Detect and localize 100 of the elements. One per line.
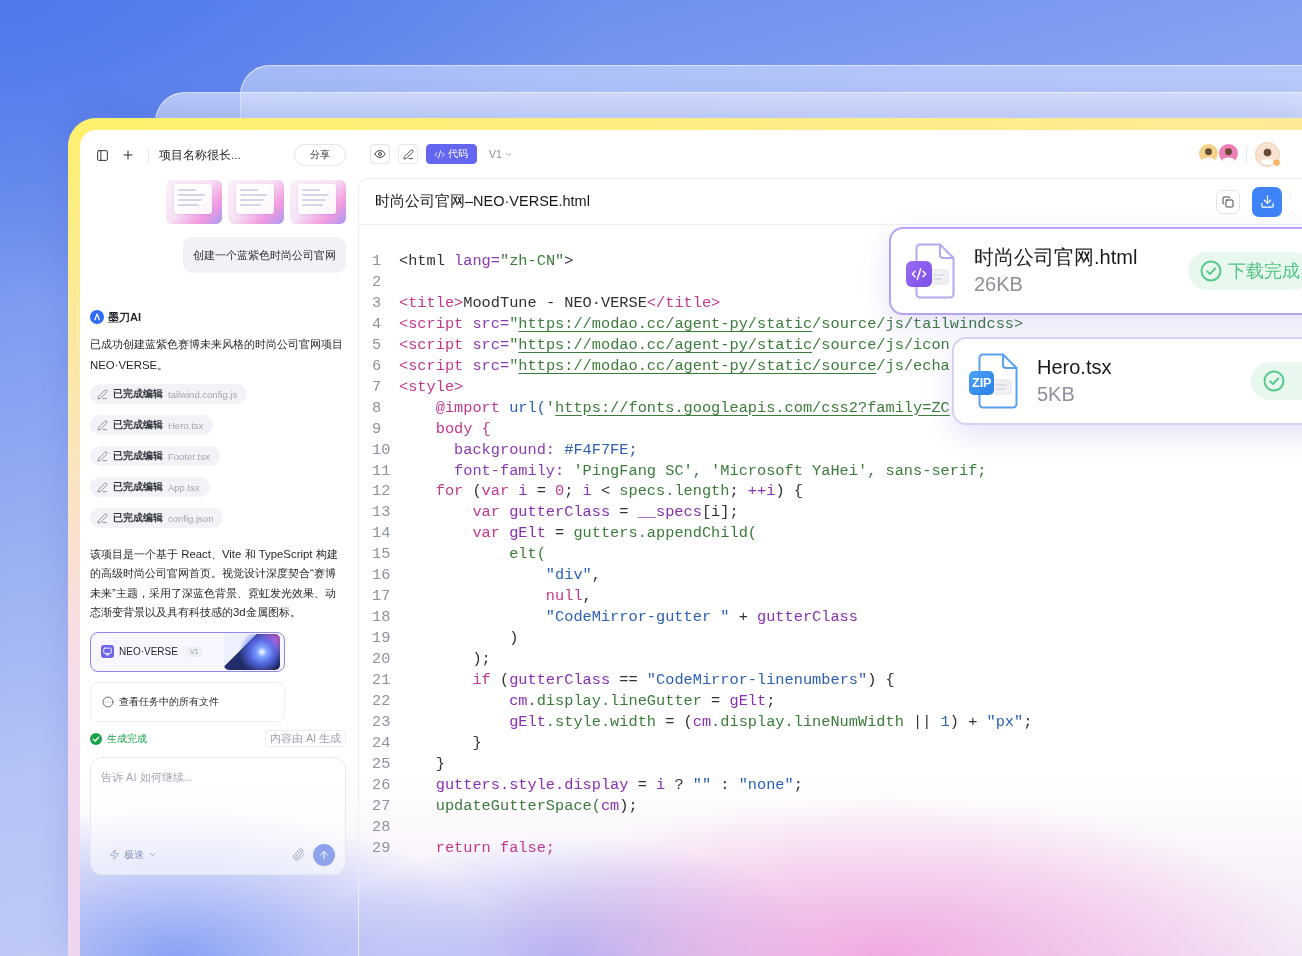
share-button[interactable]: 分享 (294, 144, 346, 166)
code-icon (906, 261, 932, 287)
code-icon (434, 148, 445, 160)
pencil-icon (97, 512, 108, 524)
download-card[interactable]: ZIP Hero.tsx 5KB (952, 337, 1302, 425)
description-text: 该项目是一个基于 React、Vite 和 TypeScript 构建的高级时尚公司官网首页。视觉设计深度契合“赛博未来”主题，采用了深蓝色背景、霓虹发光效果、动态渐变背景以及具有科技感的3d金属图标。 (90, 547, 339, 621)
code-line: for (var i = 0; i < specs.length; ++i) { (435, 481, 803, 503)
code-line: <script src="https://modao.cc/agent-py/static/source/js/tailwindcss> (399, 313, 1024, 335)
line-number: 21 (372, 670, 392, 691)
attach-button[interactable] (292, 848, 305, 862)
line-number: 8 (372, 397, 383, 419)
line-number: 17 (372, 586, 392, 608)
code-line: <script src="https://modao.cc/agent-py/static/source/js/icon (399, 334, 950, 356)
edit-chip[interactable]: 已完成编辑 Footer.tsx (90, 446, 220, 466)
code-line: } (472, 732, 482, 754)
pencil-icon (97, 450, 108, 462)
line-number: 20 (372, 649, 392, 671)
project-thumbnail (224, 633, 280, 670)
code-line: null, (545, 586, 592, 608)
summary-text: 已成功创建蓝紫色赛博未来风格的时尚公司官网项目 NEO·VERSE。 (90, 337, 344, 373)
edit-status: 已完成编辑 (113, 418, 163, 432)
file-name: tailwind.config.js (168, 388, 238, 400)
edit-chip[interactable]: 已完成编辑 tailwind.config.js (90, 384, 248, 404)
code-line: <script src="https://modao.cc/agent-py/static/source/js/echa (399, 355, 950, 377)
file-name: App.tsx (168, 481, 200, 493)
code-line: var gutterClass = __specs[i]; (472, 502, 739, 524)
lightning-icon (109, 849, 120, 861)
line-number: 7 (372, 376, 383, 398)
code-line: ); (472, 649, 491, 671)
ai-notice-badge: 内容由 AI 生成 (265, 730, 346, 748)
user-message: 创建一个蓝紫色时尚公司官网 (183, 237, 346, 273)
code-tab[interactable]: 代码 (426, 144, 477, 164)
monitor-icon (101, 645, 114, 659)
edit-tab[interactable] (398, 144, 418, 164)
file-name: Hero.tsx (168, 419, 204, 431)
edit-chip[interactable]: 已完成编辑 App.tsx (90, 477, 210, 497)
pencil-icon (97, 388, 108, 400)
line-number: 4 (372, 313, 383, 335)
image-thumbnail[interactable] (290, 180, 346, 224)
edit-chip[interactable]: 已完成编辑 Hero.tsx (90, 415, 214, 435)
avatar[interactable] (1199, 144, 1218, 163)
line-number: 12 (372, 481, 392, 503)
line-number: 9 (372, 418, 383, 440)
send-button[interactable] (313, 843, 335, 866)
edit-status: 已完成编辑 (113, 387, 163, 401)
line-number: 11 (372, 460, 392, 482)
line-number: 23 (372, 711, 392, 733)
code-line: @import url('https://fonts.googleapis.com/css2?family=ZC (435, 397, 950, 419)
code-line: font-family: 'PingFang SC', 'Microsoft YaHei', sans-serif; (454, 460, 987, 482)
file-name: 时尚公司官网.html (974, 245, 1139, 270)
line-number: 25 (372, 753, 392, 775)
pencil-icon (97, 481, 108, 493)
code-line: updateGutterSpace(cm); (435, 795, 638, 817)
line-number: 26 (372, 774, 392, 796)
code-line: body { (435, 418, 491, 440)
code-line: <title>MoodTune - NEO·VERSE</title> (399, 292, 721, 314)
file-name: Footer.tsx (168, 450, 210, 462)
eye-icon (374, 148, 386, 160)
line-number: 16 (372, 565, 392, 587)
download-button[interactable] (1252, 186, 1282, 217)
image-thumbnail[interactable] (228, 180, 284, 224)
copy-button[interactable] (1216, 189, 1240, 214)
line-number: 13 (372, 502, 392, 524)
arrow-up-icon (318, 848, 330, 861)
line-number: 28 (372, 816, 392, 838)
code-line: return false; (435, 837, 556, 859)
assistant-name: 墨刀AI (108, 309, 141, 325)
line-number: 24 (372, 732, 392, 754)
plus-icon (121, 148, 135, 162)
download-icon (1259, 194, 1275, 209)
code-line: gElt.style.width = (cm.display.lineNumWidth || 1) + "px"; (509, 711, 1033, 733)
copy-icon (1222, 195, 1234, 208)
file-name: config.json (168, 512, 214, 524)
message-input[interactable]: 告诉 AI 如何继续... (101, 769, 335, 844)
project-name: NEO·VERSE (119, 646, 178, 658)
file-size: 5KB (1037, 382, 1076, 407)
preview-tab[interactable] (370, 144, 390, 164)
image-thumbnail[interactable] (166, 180, 222, 224)
edit-status: 已完成编辑 (113, 449, 163, 463)
code-line: <html lang="zh-CN"> (399, 251, 574, 272)
code-line: if (gutterClass == "CodeMirror-linenumbers") { (472, 670, 895, 691)
file-name: Hero.tsx (1037, 355, 1113, 380)
edit-chip[interactable]: 已完成编辑 config.json (90, 508, 224, 528)
code-line: } (435, 753, 445, 775)
line-number: 1 (372, 251, 383, 272)
status-text: 生成完成 (107, 731, 147, 746)
more-icon (102, 695, 114, 708)
download-card[interactable]: 时尚公司官网.html 26KB 下载完成 (889, 227, 1302, 315)
avatar[interactable] (1219, 144, 1238, 163)
file-title: 时尚公司官网–NEO·VERSE.html (375, 192, 590, 211)
code-line: var gElt = gutters.appendChild( (472, 523, 757, 545)
view-files-button[interactable]: 查看任务中的所有文件 (90, 681, 285, 722)
pencil-icon (402, 148, 414, 160)
line-number: 18 (372, 607, 392, 629)
code-line: "div", (545, 565, 601, 587)
line-number: 29 (372, 837, 392, 859)
avatar[interactable] (1257, 143, 1278, 165)
download-status-text: 下载完成 (1228, 260, 1300, 283)
line-number: 14 (372, 523, 392, 545)
paperclip-icon (292, 848, 305, 862)
